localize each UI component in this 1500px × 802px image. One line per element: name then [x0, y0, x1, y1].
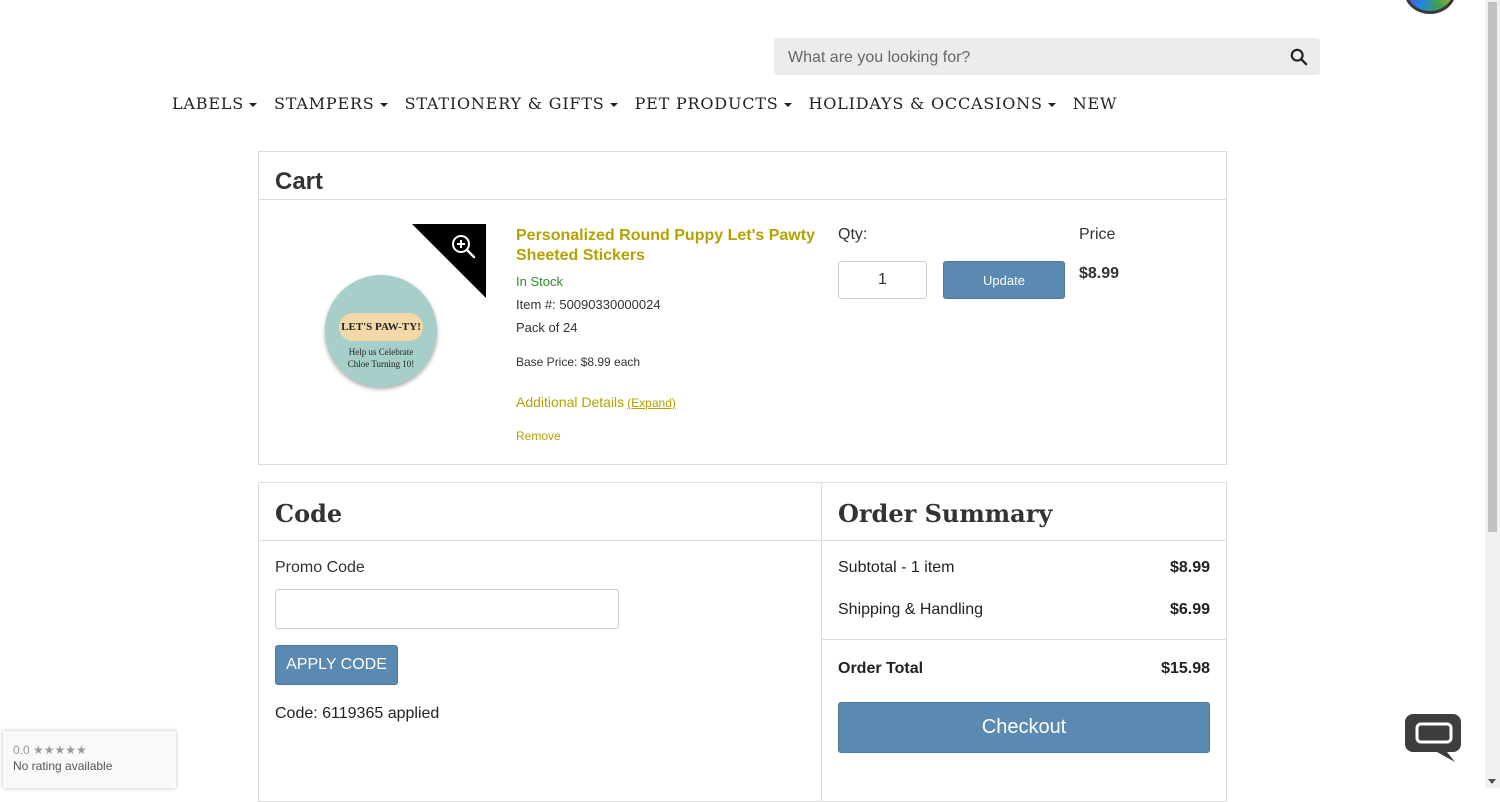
- main-nav: LABELS STAMPERS STATIONERY & GIFTS PET P…: [172, 94, 1134, 113]
- rating-widget[interactable]: 0.0 ★★★★★ No rating available: [3, 731, 176, 788]
- scroll-down-icon[interactable]: [1488, 779, 1496, 784]
- nav-item-stampers[interactable]: STAMPERS: [274, 94, 388, 113]
- checkout-button[interactable]: Checkout: [838, 702, 1210, 753]
- promo-code-input[interactable]: [275, 589, 619, 629]
- apply-code-button[interactable]: APPLY CODE: [275, 645, 398, 685]
- update-button[interactable]: Update: [943, 261, 1065, 299]
- nav-item-holidays-occasions[interactable]: HOLIDAYS & OCCASIONS: [809, 94, 1056, 113]
- scrollbar-thumb[interactable]: [1488, 2, 1497, 532]
- nav-item-stationery-gifts[interactable]: STATIONERY & GIFTS: [405, 94, 618, 113]
- base-price: Base Price: $8.99 each: [516, 355, 641, 369]
- search-bar: [774, 38, 1320, 77]
- code-title: Code: [275, 499, 343, 528]
- stock-status: In Stock: [516, 274, 563, 289]
- code-panel: Code Promo Code APPLY CODE Code: 6119365…: [258, 482, 823, 802]
- nav-item-new[interactable]: NEW: [1073, 94, 1118, 113]
- nav-item-pet-products[interactable]: PET PRODUCTS: [635, 94, 792, 113]
- quantity-input[interactable]: [838, 261, 927, 299]
- expand-link[interactable]: (Expand): [627, 396, 676, 410]
- shipping-row: Shipping & Handling $6.99: [838, 601, 1210, 618]
- nav-item-labels[interactable]: LABELS: [172, 94, 258, 113]
- cart-header: Cart: [259, 152, 1226, 200]
- subtotal-row: Subtotal - 1 item $8.99: [838, 559, 1210, 576]
- rating-stars: 0.0 ★★★★★: [13, 743, 87, 757]
- price-label: Price: [1079, 226, 1116, 243]
- summary-divider: [822, 639, 1226, 640]
- price-value: $8.99: [1079, 265, 1120, 282]
- chat-icon[interactable]: [1403, 712, 1463, 764]
- cart-title: Cart: [275, 168, 324, 195]
- caret-down-icon: [379, 102, 388, 107]
- qty-label: Qty:: [838, 226, 868, 243]
- search-icon[interactable]: [1290, 48, 1308, 66]
- promo-code-label: Promo Code: [275, 559, 365, 576]
- code-applied-text: Code: 6119365 applied: [275, 705, 440, 722]
- page-scrollbar[interactable]: [1485, 0, 1500, 788]
- order-summary-panel: Order Summary Subtotal - 1 item $8.99 Sh…: [821, 482, 1227, 802]
- item-number: Item #: 50090330000024: [516, 297, 661, 312]
- caret-down-icon: [609, 102, 618, 107]
- caret-down-icon: [1047, 102, 1056, 107]
- cart-panel: Cart LET'S PAW-TY! Help us Celebrate Chl…: [258, 151, 1227, 465]
- remove-link[interactable]: Remove: [516, 429, 561, 443]
- caret-down-icon: [249, 102, 258, 107]
- order-total-row: Order Total $15.98: [838, 660, 1210, 677]
- additional-details: Additional Details (Expand): [516, 394, 676, 410]
- order-summary-title: Order Summary: [838, 499, 1053, 528]
- rating-text: No rating available: [13, 759, 113, 773]
- product-name-link[interactable]: Personalized Round Puppy Let's Pawty She…: [516, 226, 816, 266]
- pack-size: Pack of 24: [516, 320, 578, 335]
- search-input[interactable]: [786, 38, 1280, 77]
- zoom-in-icon[interactable]: [449, 232, 477, 260]
- spin-wheel-badge[interactable]: [1404, 0, 1456, 14]
- caret-down-icon: [783, 102, 792, 107]
